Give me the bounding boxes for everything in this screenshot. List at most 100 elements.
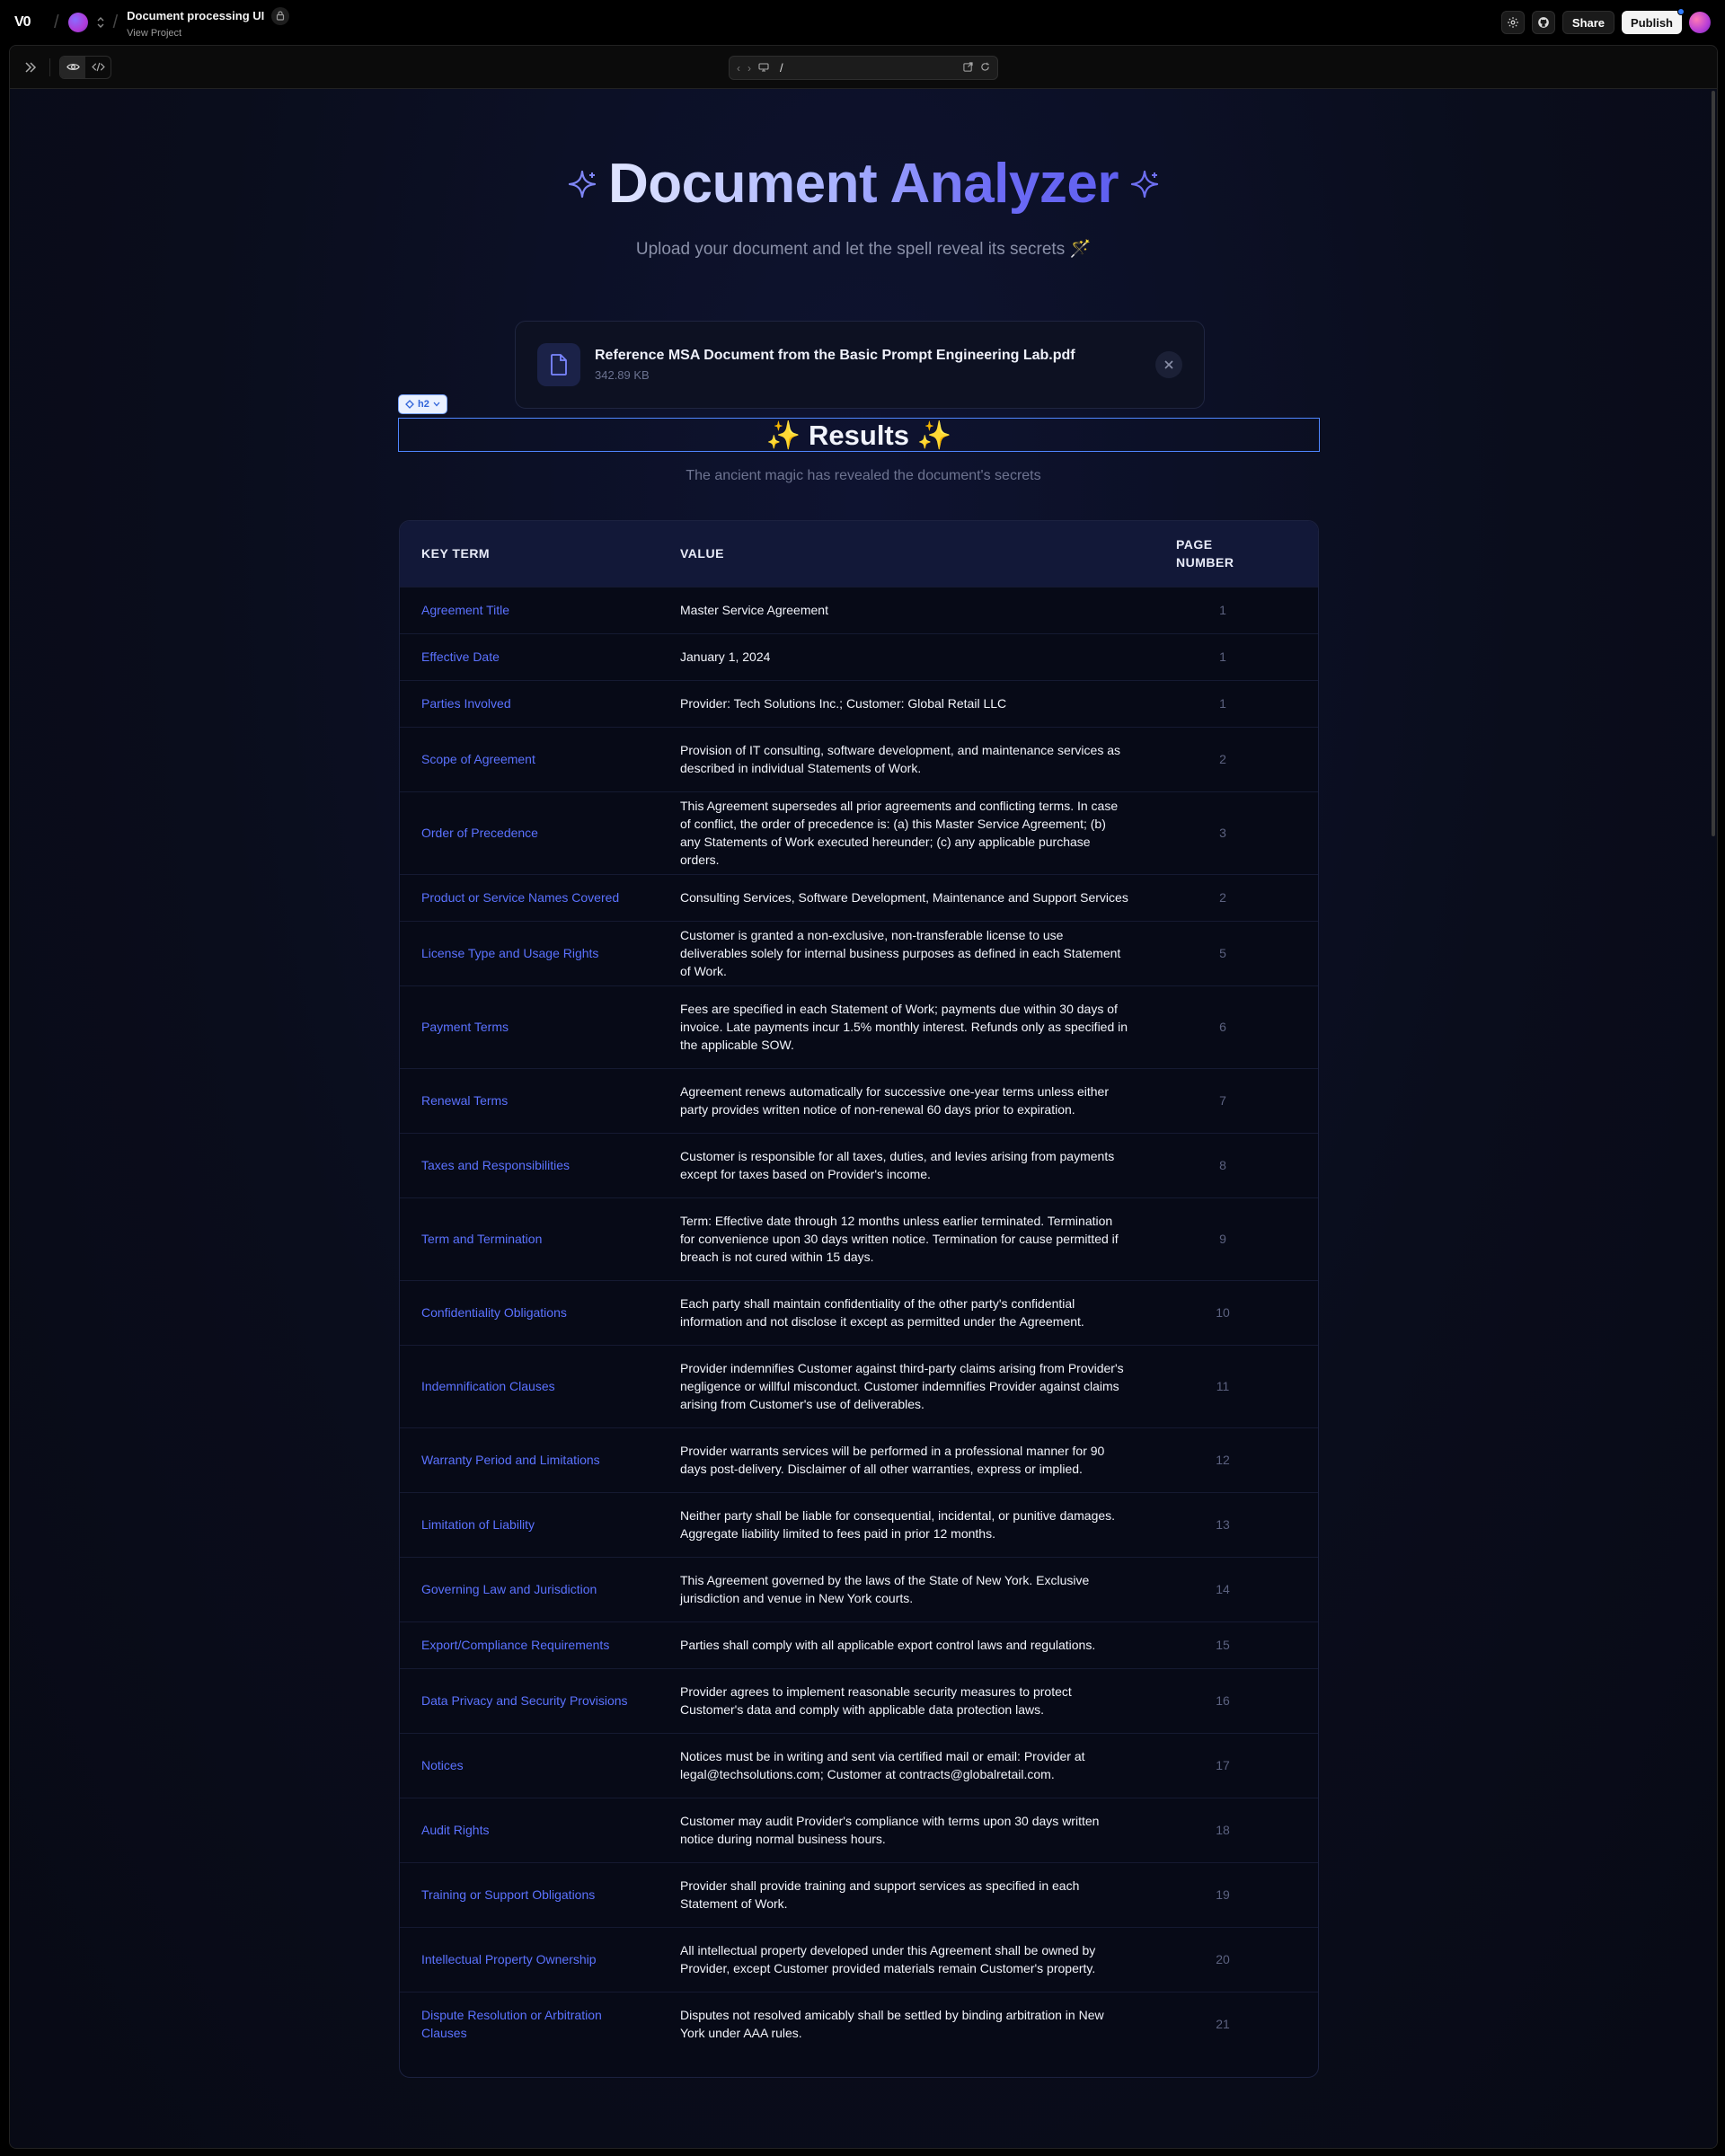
lock-icon[interactable] xyxy=(271,6,290,25)
key-term-cell: Payment Terms xyxy=(400,985,659,1068)
page-number-cell: 9 xyxy=(1165,1197,1318,1280)
key-term-cell: Scope of Agreement xyxy=(400,726,659,791)
table-row: Confidentiality Obligations Each party sh… xyxy=(400,1279,1318,1345)
file-size: 342.89 KB xyxy=(595,368,650,382)
back-icon[interactable]: ‹ xyxy=(737,62,740,75)
chevron-updown-icon[interactable] xyxy=(97,16,104,29)
view-project-link[interactable]: View Project xyxy=(127,28,289,39)
github-icon xyxy=(1538,17,1549,28)
table-row: Export/Compliance Requirements Parties sh… xyxy=(400,1621,1318,1668)
code-icon[interactable] xyxy=(85,57,111,78)
user-avatar[interactable] xyxy=(1689,12,1711,33)
settings-button[interactable] xyxy=(1500,11,1525,34)
table-row: Indemnification Clauses Provider indemnif… xyxy=(400,1344,1318,1427)
refresh-icon[interactable] xyxy=(980,62,990,75)
value-cell: All intellectual property developed unde… xyxy=(659,1926,1165,1992)
table-row: Training or Support Obligations Provider … xyxy=(400,1861,1318,1927)
breadcrumb-separator: / xyxy=(112,12,119,32)
table-row: Parties Involved Provider: Tech Solutions… xyxy=(400,679,1318,727)
header-key-term: KEY TERM xyxy=(421,546,491,561)
close-icon xyxy=(1164,360,1173,369)
file-name: Reference MSA Document from the Basic Pr… xyxy=(595,348,1075,363)
publish-button[interactable]: Publish xyxy=(1622,8,1685,34)
key-term-cell: License Type and Usage Rights xyxy=(400,920,659,985)
table-row: Order of Precedence This Agreement supers… xyxy=(400,791,1318,874)
preview-frame: ‹ › / Document Analyzer Upload your docu… xyxy=(9,45,1718,2149)
value-cell: Neither party shall be liable for conseq… xyxy=(659,1491,1165,1557)
value-cell: This Agreement supersedes all prior agre… xyxy=(659,791,1165,874)
element-type-badge[interactable]: h2 xyxy=(398,394,447,414)
app-topbar: V0 / / Document processing UI View Proje… xyxy=(0,0,1725,45)
page-number-cell: 7 xyxy=(1165,1067,1318,1133)
preview-url-bar[interactable]: ‹ › / xyxy=(729,56,998,80)
key-term-cell: Warranty Period and Limitations xyxy=(400,1427,659,1492)
page-number-cell: 20 xyxy=(1165,1926,1318,1992)
value-cell: Master Service Agreement xyxy=(659,586,1165,633)
page-number-cell: 1 xyxy=(1165,679,1318,727)
table-row: Audit Rights Customer may audit Provider'… xyxy=(400,1797,1318,1862)
preview-eye-icon[interactable] xyxy=(60,56,85,78)
table-row: Term and Termination Term: Effective date… xyxy=(400,1197,1318,1280)
toolbar-divider xyxy=(49,57,50,76)
table-body: Agreement Title Master Service Agreement 1… xyxy=(400,586,1318,2056)
breadcrumb-separator: / xyxy=(54,12,59,32)
table-row: Governing Law and Jurisdiction This Agree… xyxy=(400,1556,1318,1621)
url-path[interactable]: / xyxy=(780,61,783,75)
app-subtitle: Upload your document and let the spell r… xyxy=(635,240,1092,259)
desktop-icon[interactable] xyxy=(758,62,769,75)
key-term-cell: Term and Termination xyxy=(400,1197,659,1280)
open-external-icon[interactable] xyxy=(963,61,973,75)
notification-dot xyxy=(1677,8,1685,15)
value-cell: Consulting Services, Software Developmen… xyxy=(659,873,1165,921)
topbar-actions: Share Publish xyxy=(1500,8,1711,34)
value-cell: Customer may audit Provider's compliance… xyxy=(659,1797,1165,1862)
sparkle-icon xyxy=(1130,170,1159,198)
table-row: Data Privacy and Security Provisions Prov… xyxy=(400,1667,1318,1733)
uploaded-file-card: Reference MSA Document from the Basic Pr… xyxy=(515,321,1205,409)
table-row: Intellectual Property Ownership All intel… xyxy=(400,1926,1318,1992)
table-row: Notices Notices must be in writing and se… xyxy=(400,1732,1318,1798)
table-row: License Type and Usage Rights Customer is… xyxy=(400,920,1318,985)
table-row: Scope of Agreement Provision of IT consul… xyxy=(400,726,1318,791)
key-term-cell: Governing Law and Jurisdiction xyxy=(400,1556,659,1621)
key-term-cell: Agreement Title xyxy=(400,586,659,633)
table-row: Effective Date January 1, 2024 1 xyxy=(400,632,1318,680)
value-cell: Provider indemnifies Customer against th… xyxy=(659,1344,1165,1427)
page-number-cell: 17 xyxy=(1165,1732,1318,1798)
selected-results-heading[interactable]: ✨ Results ✨ xyxy=(398,418,1320,452)
remove-file-button[interactable] xyxy=(1155,351,1182,378)
expand-sidebar-icon[interactable] xyxy=(21,57,40,77)
value-cell: Provision of IT consulting, software dev… xyxy=(659,726,1165,791)
publish-label: Publish xyxy=(1631,15,1673,30)
value-cell: Term: Effective date through 12 months u… xyxy=(659,1197,1165,1280)
table-header-row: KEY TERM VALUE PAGE NUMBER xyxy=(400,521,1318,587)
page-number-cell: 1 xyxy=(1165,632,1318,680)
results-subtitle: The ancient magic has revealed the docum… xyxy=(686,468,1041,483)
project-title[interactable]: Document processing UI xyxy=(127,9,264,22)
value-cell: Disputes not resolved amicably shall be … xyxy=(659,1991,1165,2056)
key-term-cell: Dispute Resolution or Arbitration Clause… xyxy=(400,1991,659,2056)
value-cell: Provider agrees to implement reasonable … xyxy=(659,1667,1165,1733)
value-cell: Notices must be in writing and sent via … xyxy=(659,1732,1165,1798)
view-mode-toggle xyxy=(59,55,111,79)
value-cell: Customer is granted a non-exclusive, non… xyxy=(659,920,1165,985)
page-number-cell: 16 xyxy=(1165,1667,1318,1733)
github-button[interactable] xyxy=(1531,11,1555,34)
table-row: Renewal Terms Agreement renews automatica… xyxy=(400,1067,1318,1133)
page-number-cell: 13 xyxy=(1165,1491,1318,1557)
sparkle-icon xyxy=(568,170,597,198)
value-cell: Customer is responsible for all taxes, d… xyxy=(659,1132,1165,1197)
forward-icon[interactable]: › xyxy=(748,62,751,75)
document-analyzer-app: Document Analyzer Upload your document a… xyxy=(10,89,1717,2148)
team-avatar[interactable] xyxy=(67,13,88,32)
page-number-cell: 15 xyxy=(1165,1621,1318,1668)
table-row: Product or Service Names Covered Consulti… xyxy=(400,873,1318,921)
table-row: Agreement Title Master Service Agreement 1 xyxy=(400,586,1318,633)
value-cell: Agreement renews automatically for succe… xyxy=(659,1067,1165,1133)
header-page-line1: PAGE xyxy=(1176,537,1213,552)
page-number-cell: 3 xyxy=(1165,791,1318,874)
table-row: Payment Terms Fees are specified in each … xyxy=(400,985,1318,1068)
share-button[interactable]: Share xyxy=(1561,11,1615,34)
page-number-cell: 14 xyxy=(1165,1556,1318,1621)
v0-logo[interactable]: V0 xyxy=(14,13,45,32)
